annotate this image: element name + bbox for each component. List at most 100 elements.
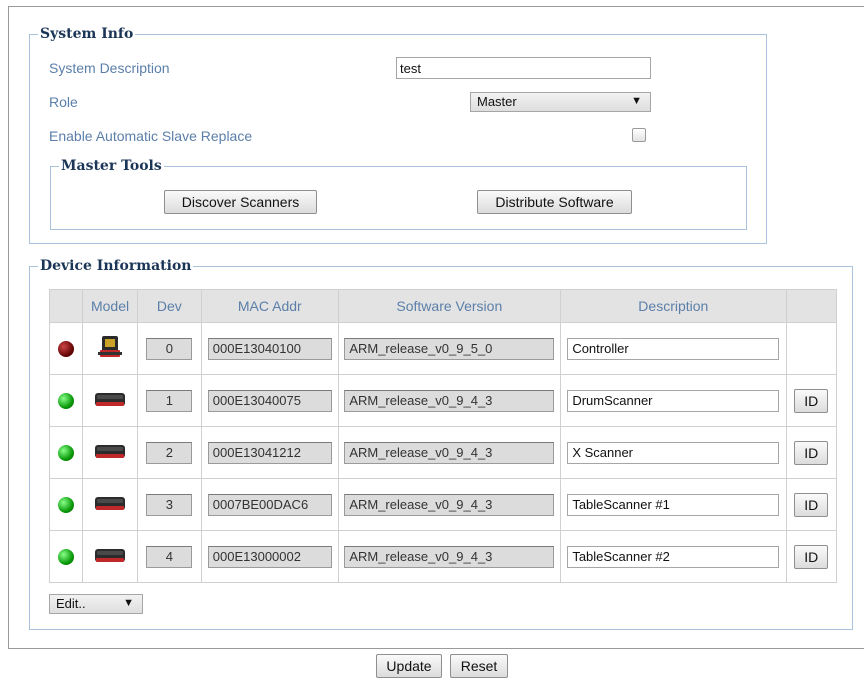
description-cell: Controller — [560, 322, 787, 375]
col-model: Model — [82, 289, 138, 323]
id-cell: ID — [785, 530, 838, 583]
role-label: Role — [49, 94, 78, 110]
dev-cell: 1 — [136, 374, 203, 427]
role-select-value: Master — [477, 94, 517, 109]
description-cell: TableScanner #1 — [560, 478, 787, 531]
description-input[interactable]: DrumScanner — [567, 389, 780, 412]
id-button[interactable]: ID — [794, 440, 829, 465]
model-cell — [82, 530, 138, 583]
mac-field: 000E13041212 — [207, 441, 332, 464]
role-select[interactable]: Master ▼ — [470, 92, 651, 112]
scanner-icon — [94, 441, 126, 464]
col-mac: MAC Addr — [201, 289, 339, 323]
table-row: 2 000E13041212 ARM_release_v0_9_4_3 X Scann… — [48, 426, 838, 479]
edit-select[interactable]: Edit.. ▼ — [49, 594, 143, 614]
system-description-label: System Description — [49, 60, 170, 76]
table-row: 1 000E13040075 ARM_release_v0_9_4_3 DrumSca… — [48, 374, 838, 427]
dev-field: 0 — [146, 337, 193, 360]
col-description: Description — [560, 289, 787, 323]
col-dev: Dev — [136, 289, 203, 323]
system-info-legend: System Info — [40, 26, 134, 42]
model-cell — [82, 426, 138, 479]
id-cell: ID — [785, 478, 838, 531]
description-input[interactable]: TableScanner #2 — [567, 545, 780, 568]
scanner-icon — [94, 493, 126, 516]
id-button[interactable]: ID — [794, 388, 829, 413]
mac-cell: 000E13040100 — [201, 322, 339, 375]
system-description-input[interactable] — [396, 57, 651, 79]
model-cell — [82, 374, 138, 427]
description-input[interactable]: TableScanner #1 — [567, 493, 780, 516]
status-cell — [48, 322, 84, 375]
master-tools-legend: Master Tools — [61, 158, 162, 174]
table-row: 0 000E13040100 ARM_release_v0_9_5_0 Control… — [48, 322, 838, 375]
reset-button[interactable]: Reset — [450, 654, 508, 678]
model-cell — [82, 322, 138, 375]
description-input[interactable]: Controller — [567, 337, 780, 360]
mac-cell: 000E13040075 — [201, 374, 339, 427]
software-cell: ARM_release_v0_9_5_0 — [337, 322, 562, 375]
master-tools-fieldset: Master Tools — [50, 158, 747, 230]
dev-cell: 2 — [136, 426, 203, 479]
id-button[interactable]: ID — [794, 544, 829, 569]
model-cell — [82, 478, 138, 531]
description-cell: TableScanner #2 — [560, 530, 787, 583]
id-cell: ID — [785, 426, 838, 479]
edit-select-value: Edit.. — [56, 596, 86, 611]
dev-field: 2 — [146, 441, 193, 464]
table-row: 4 000E13000002 ARM_release_v0_9_4_3 TableSc… — [48, 530, 838, 583]
software-version-field: ARM_release_v0_9_4_3 — [344, 441, 555, 464]
mac-cell: 000E13041212 — [201, 426, 339, 479]
software-cell: ARM_release_v0_9_4_3 — [337, 478, 562, 531]
status-cell — [48, 530, 84, 583]
dev-cell: 3 — [136, 478, 203, 531]
mac-field: 000E13040075 — [207, 389, 332, 412]
status-cell — [48, 478, 84, 531]
software-version-field: ARM_release_v0_9_4_3 — [344, 389, 555, 412]
device-table-header: Model Dev MAC Addr Software Version Desc… — [48, 289, 838, 323]
update-button[interactable]: Update — [376, 654, 442, 678]
status-led-icon — [58, 444, 75, 461]
device-table: Model Dev MAC Addr Software Version Desc… — [48, 289, 838, 583]
status-cell — [48, 374, 84, 427]
mac-field: 0007BE00DAC6 — [207, 493, 332, 516]
software-cell: ARM_release_v0_9_4_3 — [337, 374, 562, 427]
status-led-icon — [58, 392, 75, 409]
table-row: 3 0007BE00DAC6 ARM_release_v0_9_4_3 TableSc… — [48, 478, 838, 531]
software-cell: ARM_release_v0_9_4_3 — [337, 426, 562, 479]
software-version-field: ARM_release_v0_9_4_3 — [344, 493, 555, 516]
id-button[interactable]: ID — [794, 492, 829, 517]
description-cell: DrumScanner — [560, 374, 787, 427]
status-cell — [48, 426, 84, 479]
status-led-icon — [58, 340, 75, 357]
software-cell: ARM_release_v0_9_4_3 — [337, 530, 562, 583]
dropdown-arrow-icon: ▼ — [631, 95, 642, 107]
mac-cell: 0007BE00DAC6 — [201, 478, 339, 531]
scanner-icon — [94, 545, 126, 568]
mac-cell: 000E13000002 — [201, 530, 339, 583]
software-version-field: ARM_release_v0_9_4_3 — [344, 545, 555, 568]
status-led-icon — [58, 496, 75, 513]
description-input[interactable]: X Scanner — [567, 441, 780, 464]
id-cell: ID — [785, 374, 838, 427]
id-cell — [785, 322, 838, 375]
auto-slave-label: Enable Automatic Slave Replace — [49, 128, 253, 144]
dropdown-arrow-icon: ▼ — [123, 597, 134, 609]
device-info-legend: Device Information — [40, 258, 192, 274]
dev-cell: 0 — [136, 322, 203, 375]
dev-field: 4 — [146, 545, 193, 568]
mac-field: 000E13000002 — [207, 545, 332, 568]
distribute-software-button[interactable]: Distribute Software — [477, 190, 632, 214]
discover-scanners-button[interactable]: Discover Scanners — [164, 190, 317, 214]
dev-field: 1 — [146, 389, 193, 412]
status-led-icon — [58, 548, 75, 565]
scanner-icon — [94, 389, 126, 412]
controller-icon — [94, 335, 126, 362]
col-status — [48, 289, 84, 323]
auto-slave-checkbox[interactable] — [632, 128, 646, 142]
col-software: Software Version — [337, 289, 562, 323]
mac-field: 000E13040100 — [207, 337, 332, 360]
description-cell: X Scanner — [560, 426, 787, 479]
device-table-body: 0 000E13040100 ARM_release_v0_9_5_0 Control… — [48, 322, 838, 583]
col-id — [785, 289, 838, 323]
